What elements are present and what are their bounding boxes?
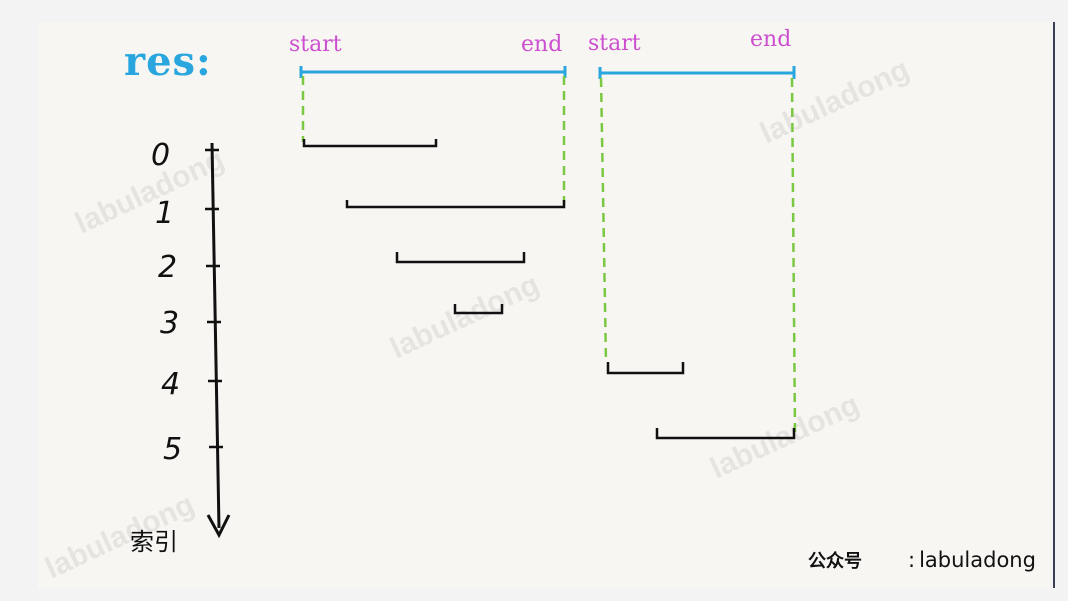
interval-4 xyxy=(606,362,685,375)
credit-colon: : xyxy=(908,548,916,572)
axis-tick-label: 2 xyxy=(158,250,178,285)
interval-2 xyxy=(395,252,526,264)
merged-interval-2 xyxy=(598,66,796,79)
svg-text:公众号: 公众号 xyxy=(808,550,862,571)
axis-tick-label: 5 xyxy=(163,432,183,467)
axis-tick-label: 3 xyxy=(160,306,180,341)
interval-5 xyxy=(655,428,796,440)
interval-0 xyxy=(302,139,438,148)
start-label: start xyxy=(289,32,342,57)
axis-tick-label: 1 xyxy=(155,196,175,231)
wechat-seal-logo: 公众号 xyxy=(808,549,904,572)
interval-1 xyxy=(345,200,566,209)
credit: 公众号 : labuladong xyxy=(808,548,1036,572)
start-label: start xyxy=(588,31,641,56)
axis-tick-label: 4 xyxy=(161,367,181,402)
end-label: end xyxy=(750,27,792,52)
credit-name: labuladong xyxy=(919,548,1036,572)
axis-tick-label: 0 xyxy=(151,138,171,173)
axis-label: 索引 xyxy=(130,528,178,556)
end-label: end xyxy=(521,32,563,57)
merged-interval-1 xyxy=(299,66,567,78)
dashed-guide xyxy=(790,77,797,434)
dashed-guide xyxy=(599,77,608,363)
intervals-diagram xyxy=(205,66,797,539)
interval-3 xyxy=(453,304,504,315)
index-axis xyxy=(205,142,231,539)
res-label: res: xyxy=(124,38,212,85)
